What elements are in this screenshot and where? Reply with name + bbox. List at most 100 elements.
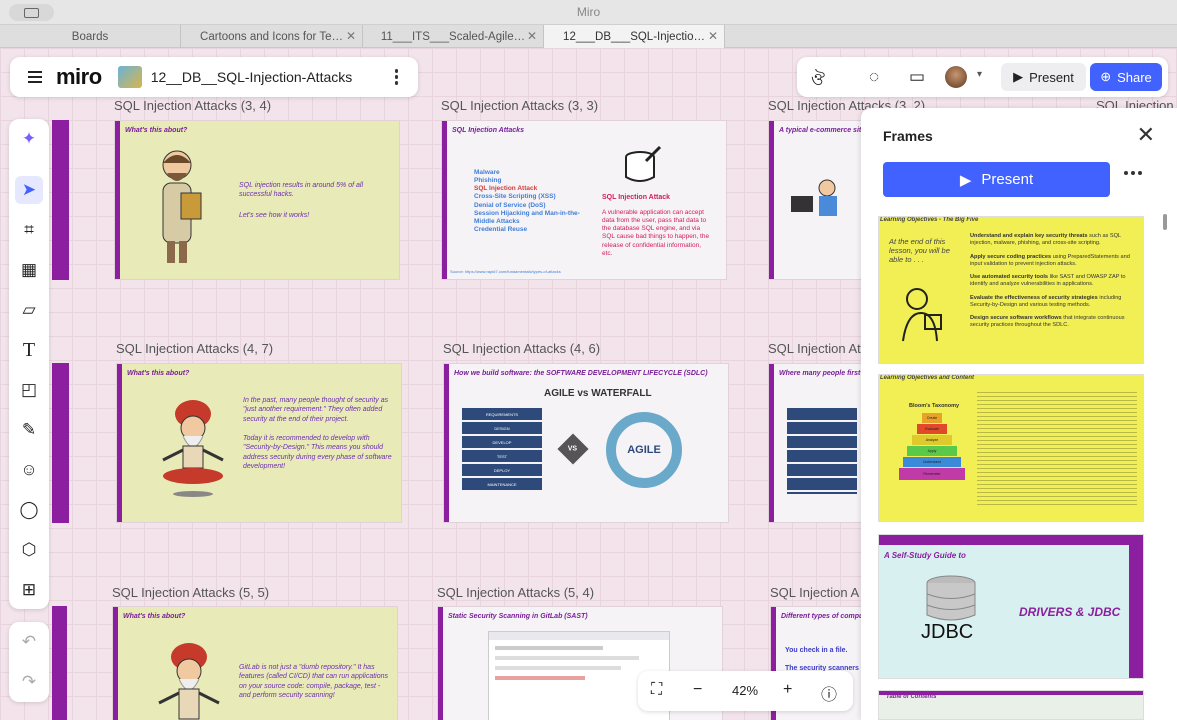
apps-cube-icon[interactable]: ⬡ bbox=[15, 536, 43, 564]
frame-stripe bbox=[438, 607, 443, 720]
frame-3-4[interactable]: What's this about? SQL injection results… bbox=[114, 120, 400, 280]
pyramid-level: Analyze bbox=[912, 435, 952, 445]
person-computer-illustration bbox=[791, 179, 837, 216]
close-icon[interactable]: ✕ bbox=[708, 29, 718, 43]
slide-heading: SQL Injection Attack bbox=[602, 194, 671, 201]
pyramid-level: Apply bbox=[907, 446, 957, 456]
present-label: Present bbox=[981, 171, 1034, 188]
creation-toolbar: ✦ ➤ ⌗ ▦ ▱ T ◰ ✎ ☺ ◯ ⬡ ⊞ bbox=[9, 119, 49, 609]
tab-cartoons[interactable]: Cartoons and Icons for Te… ✕ bbox=[181, 25, 363, 48]
panel-scrollbar[interactable] bbox=[1163, 214, 1167, 230]
thumb-title: DRIVERS & JDBC bbox=[1019, 605, 1121, 619]
sticky-note-icon[interactable]: ▱ bbox=[15, 296, 43, 324]
frame-title[interactable]: SQL Injection Attacks (5, 4) bbox=[437, 585, 594, 600]
board-name[interactable]: 12__DB__SQL-Injection-Attacks bbox=[151, 69, 353, 85]
tab-scaled-agile[interactable]: 11___ITS___Scaled-Agile… ✕ bbox=[363, 25, 544, 48]
share-button[interactable]: ⊕ Share bbox=[1090, 63, 1162, 91]
frame-stripe bbox=[117, 364, 122, 522]
tab-sql-injection[interactable]: 12___DB___SQL-Injectio… ✕ bbox=[544, 25, 725, 48]
present-frames-button[interactable]: ▶ Present bbox=[883, 162, 1110, 197]
templates-icon[interactable]: ▦ bbox=[15, 256, 43, 284]
zoom-in-button[interactable]: + bbox=[783, 681, 792, 699]
pyramid-level: Remember bbox=[899, 468, 965, 480]
pen-icon[interactable]: ✎ bbox=[15, 416, 43, 444]
undo-icon[interactable]: ↶ bbox=[15, 628, 43, 656]
close-icon[interactable]: ✕ bbox=[527, 29, 537, 43]
zoom-out-button[interactable]: − bbox=[693, 681, 702, 699]
frame-thumbnail-4[interactable]: Table of Contents bbox=[878, 690, 1144, 720]
board-options-button[interactable] bbox=[394, 69, 398, 85]
waterfall-graphic bbox=[787, 408, 857, 494]
slide-text: You check in a file. bbox=[785, 647, 848, 654]
attack-list: Malware Phishing SQL Injection Attack Cr… bbox=[474, 169, 584, 234]
frame-title[interactable]: SQL Injection Attacks (3, 3) bbox=[441, 98, 598, 113]
frame-title[interactable]: SQL Injection A bbox=[770, 585, 859, 600]
frame-3-3[interactable]: SQL Injection Attacks Malware Phishing S… bbox=[441, 120, 727, 280]
taxonomy-title: Bloom's Taxonomy bbox=[909, 403, 960, 409]
shapes-icon[interactable]: ◰ bbox=[15, 376, 43, 404]
database-icon bbox=[926, 575, 976, 621]
frame-5-5[interactable]: What's this about? GitLab is not just a … bbox=[112, 606, 398, 720]
frame-4-7[interactable]: What's this about? In the past, many peo… bbox=[116, 363, 402, 523]
guru-illustration bbox=[158, 643, 220, 720]
slide-text: SQL injection results in around 5% of al… bbox=[239, 182, 363, 199]
window-titlebar: Miro bbox=[0, 0, 1177, 25]
frame-thumbnail-1[interactable]: Learning Objectives - The Big Five At th… bbox=[878, 216, 1144, 364]
sidebar-toggle-button[interactable] bbox=[9, 4, 54, 21]
source-link[interactable]: Source: https://www.rapid7.com/fundament… bbox=[450, 269, 650, 274]
slide-header: What's this about? bbox=[125, 127, 188, 134]
reactions-icon[interactable]: ঔ bbox=[811, 67, 825, 95]
present-button[interactable]: ▶ Present bbox=[1001, 63, 1086, 91]
tab-boards[interactable]: Boards bbox=[0, 25, 181, 48]
stickers-icon[interactable]: ☺ bbox=[15, 456, 43, 484]
frame-stripe bbox=[769, 121, 774, 279]
redo-icon[interactable]: ↷ bbox=[15, 668, 43, 696]
frames-panel: Frames ✕ ▶ Present Learning Objectives -… bbox=[861, 108, 1177, 720]
list-item: Malware bbox=[474, 169, 500, 176]
slide-header: What's this about? bbox=[123, 613, 186, 620]
comment-icon[interactable]: ◯ bbox=[15, 496, 43, 524]
undo-redo-bar: ↶ ↷ bbox=[9, 622, 49, 702]
frame-title[interactable]: SQL Injection Attacks (3, 4) bbox=[114, 98, 271, 113]
panel-more-button[interactable] bbox=[1124, 171, 1142, 175]
frame-4-6[interactable]: How we build software: the SOFTWARE DEVE… bbox=[443, 363, 729, 523]
main-menu-button[interactable] bbox=[28, 71, 42, 83]
tab-label: Boards bbox=[71, 30, 109, 43]
share-label: Share bbox=[1117, 69, 1152, 85]
objectives-details bbox=[977, 389, 1137, 507]
frame-title[interactable]: SQL Injection Attacks (5, 5) bbox=[112, 585, 269, 600]
list-item: Session Hijacking and Man-in-the-Middle … bbox=[474, 209, 580, 225]
chevron-down-icon[interactable]: ▾ bbox=[977, 69, 982, 80]
avatar[interactable] bbox=[945, 66, 967, 88]
frame-title[interactable]: SQL Injection Attacks (4, 7) bbox=[116, 341, 273, 356]
board-icon[interactable] bbox=[117, 66, 142, 88]
close-icon[interactable]: ✕ bbox=[346, 29, 356, 43]
ai-sparkle-icon[interactable]: ✦ bbox=[15, 125, 43, 153]
video-call-icon[interactable]: ▭ bbox=[909, 67, 925, 87]
tab-label: 12___DB___SQL-Injectio… bbox=[563, 30, 705, 43]
miro-logo[interactable]: miro bbox=[56, 64, 102, 90]
help-icon[interactable]: ⓘ bbox=[821, 681, 837, 705]
jdbc-label: JDBC bbox=[921, 621, 974, 643]
text-tool-icon[interactable]: T bbox=[15, 336, 43, 364]
tab-bar: Boards Cartoons and Icons for Te… ✕ 11___… bbox=[0, 25, 1177, 48]
frame-stripe bbox=[444, 364, 449, 522]
chat-icon[interactable]: ◌ bbox=[869, 67, 879, 87]
frame-thumbnail-2[interactable]: Learning Objectives and Content Bloom's … bbox=[878, 374, 1144, 522]
frame-title[interactable]: SQL Injection Attacks (4, 6) bbox=[443, 341, 600, 356]
slide-text: Today it is recommended to develop with … bbox=[243, 435, 392, 471]
list-item: Credential Reuse bbox=[474, 225, 528, 233]
frame-tool-icon[interactable]: ⌗ bbox=[15, 216, 43, 244]
play-icon: ▶ bbox=[1013, 69, 1024, 84]
more-tools-icon[interactable]: ⊞ bbox=[15, 576, 43, 604]
frame-title[interactable]: SQL Injection At bbox=[768, 341, 861, 356]
zoom-level[interactable]: 42% bbox=[732, 683, 758, 698]
thumb-header: Learning Objectives and Content bbox=[880, 375, 975, 381]
list-item: SQL Injection Attack bbox=[474, 185, 538, 193]
select-cursor-icon[interactable]: ➤ bbox=[15, 176, 43, 204]
close-icon[interactable]: ✕ bbox=[1137, 122, 1155, 148]
fit-to-screen-icon[interactable]: ⛶ bbox=[651, 681, 662, 699]
frame-thumbnail-3[interactable]: A Self-Study Guide to JDBC DRIVERS & JDB… bbox=[878, 534, 1144, 679]
waterfall-step: TEST bbox=[462, 450, 542, 462]
tab-label: Cartoons and Icons for Te… bbox=[200, 30, 343, 43]
